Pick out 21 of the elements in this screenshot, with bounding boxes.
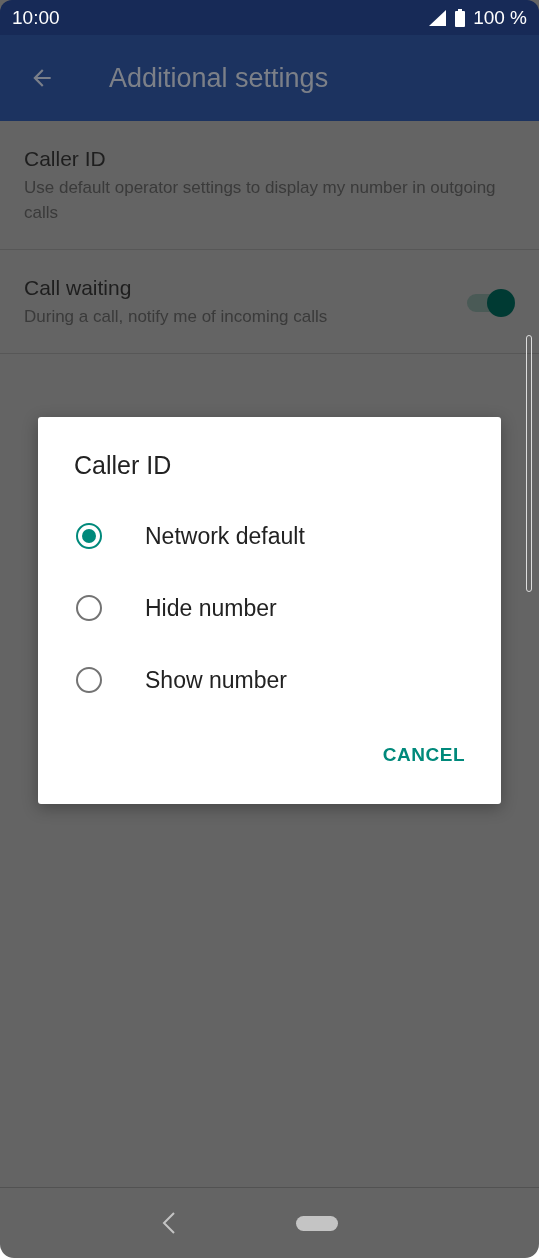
cancel-button[interactable]: CANCEL — [370, 736, 477, 774]
option-label: Hide number — [145, 594, 277, 622]
option-label: Network default — [145, 522, 305, 550]
battery-icon — [455, 8, 466, 27]
battery-percentage: 100 % — [473, 6, 527, 29]
home-button[interactable] — [295, 1215, 338, 1231]
radio-button[interactable] — [76, 523, 102, 549]
radio-button[interactable] — [76, 667, 102, 693]
radio-option[interactable]: Network default — [38, 500, 501, 572]
radio-option[interactable]: Hide number — [38, 572, 501, 644]
dialog-title: Caller ID — [74, 451, 173, 480]
screen-title: Additional settings — [109, 62, 329, 94]
setting-title: Call waiting — [24, 276, 133, 300]
toggle-switch[interactable] — [465, 288, 515, 317]
signal-icon — [429, 9, 448, 26]
setting-title: Caller ID — [24, 147, 107, 171]
status-time: 10:00 — [12, 6, 60, 29]
back-icon[interactable] — [161, 1212, 176, 1234]
option-label: Show number — [145, 666, 287, 694]
radio-button[interactable] — [76, 595, 102, 621]
radio-option[interactable]: Show number — [38, 644, 501, 716]
